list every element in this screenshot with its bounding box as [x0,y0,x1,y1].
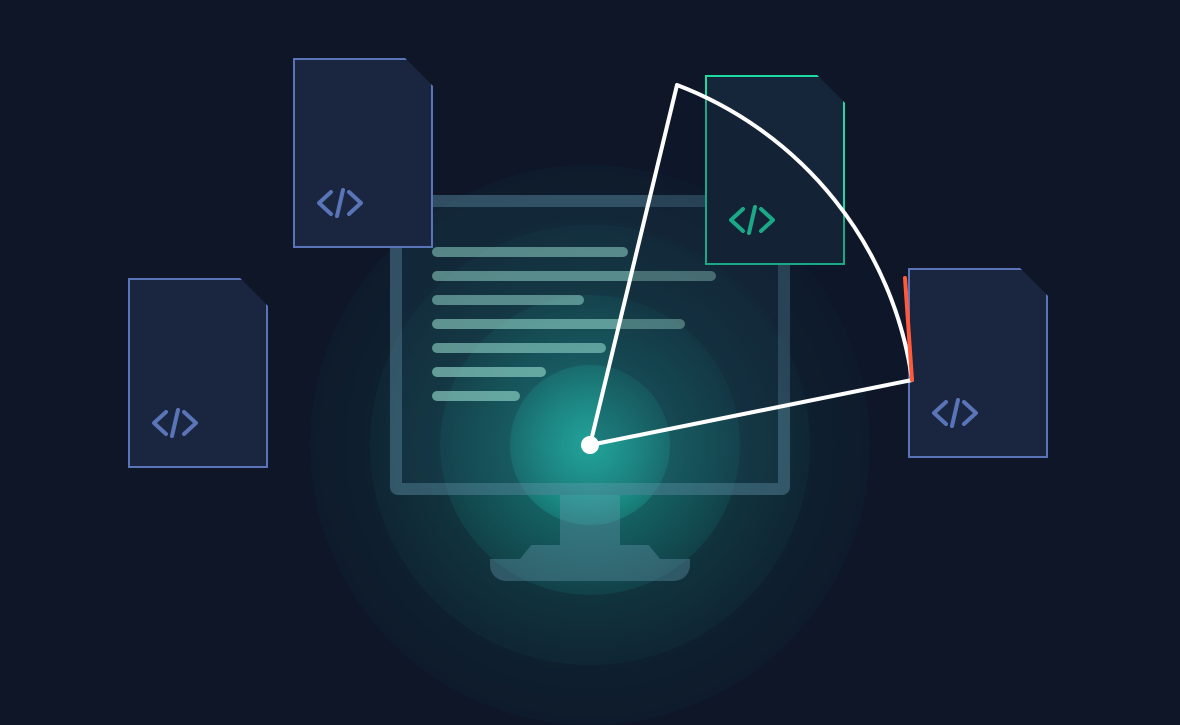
code-line [432,247,628,257]
code-line [432,367,546,377]
illustration-canvas [0,0,1180,690]
file-fold-corner [240,278,268,306]
monitor-code-lines [432,247,748,415]
file-bottom-left [128,278,268,468]
monitor-neck [560,495,620,545]
code-line [432,271,716,281]
file-top-left [293,58,433,248]
code-brackets-icon [317,188,363,218]
file-bottom-right [908,268,1048,458]
code-brackets-icon [729,205,775,235]
file-fold-corner [405,58,433,86]
code-line [432,343,606,353]
monitor-base [490,559,690,581]
code-brackets-icon [152,408,198,438]
monitor-base-top [520,545,660,559]
code-line [432,391,520,401]
code-brackets-icon [932,398,978,428]
code-line [432,295,584,305]
code-line [432,319,685,329]
file-fold-corner [817,75,845,103]
file-fold-corner [1020,268,1048,296]
file-top-right [705,75,845,265]
